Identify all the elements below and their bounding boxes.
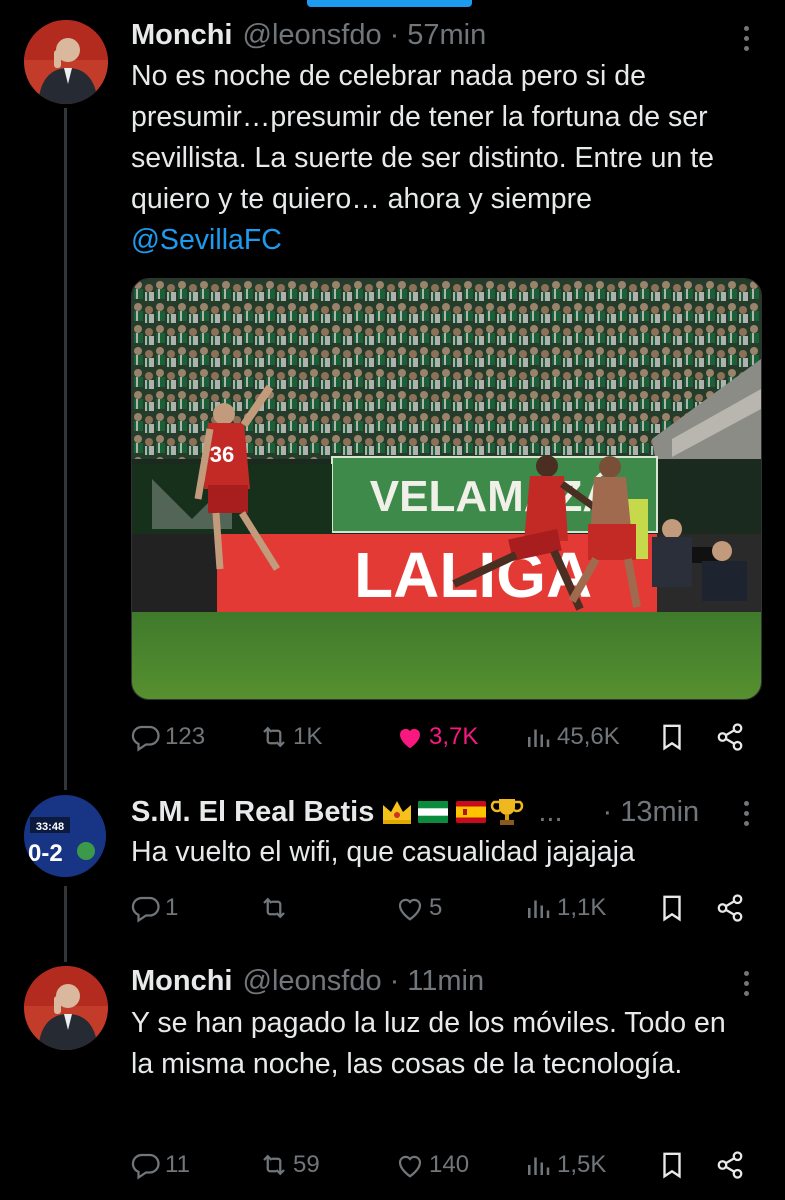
- views-button[interactable]: 1,1K: [523, 888, 606, 928]
- trophy-icon: [491, 799, 524, 825]
- like-count: 3,7K: [429, 723, 479, 750]
- tweet-text: Ha vuelto el wifi, que casualidad jajaja…: [131, 836, 635, 868]
- timestamp[interactable]: 57min: [407, 19, 486, 52]
- spain-flag-icon: [456, 801, 487, 823]
- more-icon[interactable]: [741, 971, 751, 996]
- views-button[interactable]: 1,5K: [523, 1145, 606, 1185]
- author-handle[interactable]: @leonsfdo: [243, 965, 382, 998]
- tweet-text-body: No es noche de celebrar nada pero si de …: [131, 60, 714, 215]
- tweet-image[interactable]: VELAMAZÁ LALIGA 36: [131, 278, 762, 700]
- bookmark-icon: [663, 1152, 681, 1179]
- avatar[interactable]: [24, 966, 108, 1050]
- retweet-icon: [263, 726, 285, 748]
- tweet-header: Monchi @leonsfdo · 11min: [131, 963, 484, 999]
- share-button[interactable]: [715, 1145, 745, 1185]
- truncation: ...: [538, 795, 563, 828]
- separator: ·: [389, 18, 400, 51]
- more-icon[interactable]: [741, 26, 751, 51]
- like-button[interactable]: 3,7K: [395, 717, 478, 757]
- reply-count: 1: [165, 894, 179, 921]
- tweet[interactable]: 33:48 0-2 S.M. El Real Betis ... · 13min…: [0, 790, 785, 955]
- crown-icon: [383, 801, 412, 824]
- share-button[interactable]: [715, 888, 745, 928]
- separator: ·: [602, 795, 613, 828]
- share-icon: [717, 723, 743, 751]
- bookmark-icon: [663, 895, 681, 922]
- share-button[interactable]: [715, 717, 745, 757]
- tweet[interactable]: Monchi @leonsfdo · 57min No es noche de …: [0, 0, 785, 790]
- tweet-actions: 1 5 1,1K: [131, 888, 751, 928]
- avatar-clock: 33:48: [36, 821, 64, 833]
- views-count: 45,6K: [557, 723, 620, 750]
- reply-button[interactable]: 1: [131, 888, 178, 928]
- views-icon: [528, 1157, 550, 1175]
- views-count: 1,1K: [557, 894, 607, 921]
- reply-icon: [131, 1153, 160, 1180]
- shirt-number: 36: [210, 442, 234, 467]
- retweet-button[interactable]: [259, 888, 293, 928]
- reply-icon: [131, 896, 160, 923]
- like-count: 140: [429, 1151, 470, 1178]
- views-count: 1,5K: [557, 1151, 607, 1178]
- reply-icon: [131, 725, 160, 752]
- tweet-actions: 123 1K 3,7K 45,6K: [131, 717, 751, 757]
- like-icon: [398, 898, 422, 921]
- avatar-score: 0-2: [28, 840, 63, 867]
- like-icon: [398, 1155, 422, 1178]
- views-button[interactable]: 45,6K: [523, 717, 620, 757]
- reply-button[interactable]: 11: [131, 1145, 190, 1185]
- bookmark-icon: [663, 724, 681, 751]
- like-button[interactable]: 140: [395, 1145, 469, 1185]
- author-emojis: [380, 796, 524, 828]
- views-icon: [528, 900, 550, 918]
- reply-count: 123: [165, 723, 206, 750]
- more-icon[interactable]: [741, 801, 751, 826]
- bookmark-button[interactable]: [657, 888, 687, 928]
- avatar[interactable]: [24, 20, 108, 104]
- tweet-text: Y se han pagado la luz de los móviles. T…: [131, 1007, 726, 1080]
- separator: ·: [389, 964, 400, 997]
- retweet-button[interactable]: 59: [259, 1145, 320, 1185]
- author-name[interactable]: Monchi: [131, 19, 233, 52]
- author-name[interactable]: S.M. El Real Betis: [131, 796, 374, 829]
- views-icon: [528, 729, 550, 747]
- author-handle[interactable]: @leonsfdo: [243, 19, 382, 52]
- tweet-actions: 11 59 140 1,5K: [131, 1145, 751, 1185]
- like-button[interactable]: 5: [395, 888, 442, 928]
- retweet-count: 59: [293, 1151, 320, 1178]
- andalusia-flag-icon: [418, 801, 449, 823]
- retweet-button[interactable]: 1K: [259, 717, 322, 757]
- timestamp[interactable]: 13min: [620, 796, 699, 829]
- share-icon: [717, 1151, 743, 1179]
- tweet-header: Monchi @leonsfdo · 57min: [131, 17, 486, 53]
- mention-link[interactable]: @SevillaFC: [131, 224, 282, 256]
- like-icon: [400, 728, 420, 749]
- retweet-icon: [263, 897, 285, 919]
- reply-count: 11: [165, 1151, 190, 1178]
- bookmark-button[interactable]: [657, 1145, 687, 1185]
- avatar[interactable]: 33:48 0-2: [24, 795, 106, 877]
- reply-button[interactable]: 123: [131, 717, 205, 757]
- share-icon: [717, 894, 743, 922]
- bookmark-button[interactable]: [657, 717, 687, 757]
- tweet-header: S.M. El Real Betis ... · 13min: [131, 794, 699, 830]
- tweet[interactable]: Monchi @leonsfdo · 11min Y se han pagado…: [0, 955, 785, 1200]
- retweet-icon: [263, 1154, 285, 1176]
- like-count: 5: [429, 894, 443, 921]
- tweet-text: No es noche de celebrar nada pero si de …: [131, 56, 746, 261]
- retweet-count: 1K: [293, 723, 323, 750]
- timestamp[interactable]: 11min: [407, 965, 484, 998]
- author-name[interactable]: Monchi: [131, 965, 233, 998]
